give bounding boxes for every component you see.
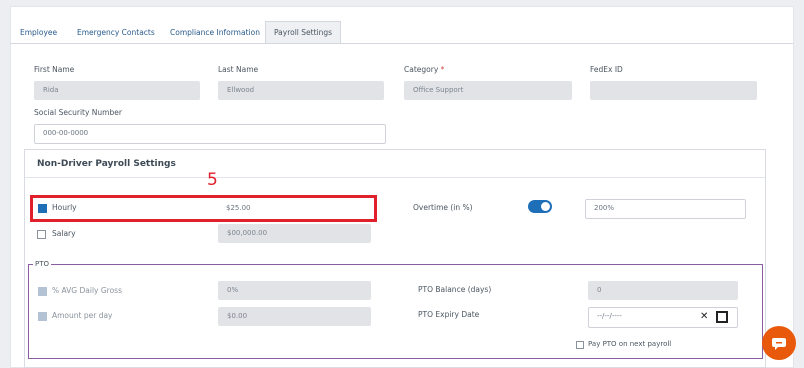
amount-per-day-label: Amount per day [52,311,113,320]
salary-input[interactable]: $00,000.00 [218,224,371,243]
chat-icon [772,338,786,350]
tab-divider [11,43,793,44]
amount-per-day-input[interactable]: $0.00 [218,307,371,326]
tab-payroll-settings[interactable]: Payroll Settings [265,21,342,44]
overtime-label: Overtime (in %) [413,203,473,212]
toggle-knob [541,202,550,211]
avg-daily-gross-label: % AVG Daily Gross [52,286,122,295]
last-name-field[interactable]: Ellwood [218,81,384,100]
pay-pto-label: Pay PTO on next payroll [588,340,672,348]
tab-compliance-information[interactable]: Compliance Information [170,22,260,43]
fedex-id-label: FedEx ID [590,65,623,74]
ssn-label: Social Security Number [34,108,122,117]
pay-pto-checkbox[interactable] [576,341,584,349]
annotation-number: 5 [207,170,218,190]
last-name-label: Last Name [218,65,259,74]
ssn-input[interactable]: 000-00-0000 [34,124,386,144]
tab-employee[interactable]: Employee [20,22,57,43]
first-name-field[interactable]: Rida [34,81,200,100]
salary-label: Salary [52,229,76,238]
first-name-label: First Name [34,65,75,74]
fedex-id-field[interactable] [590,81,757,100]
calendar-icon[interactable] [716,311,728,323]
tab-emergency-contacts[interactable]: Emergency Contacts [77,22,155,43]
hourly-label: Hourly [52,203,77,212]
clear-date-icon[interactable]: ✕ [700,311,708,322]
required-mark: * [440,65,445,74]
panel-divider [25,177,765,178]
pto-balance-input[interactable]: 0 [588,281,738,300]
chat-button[interactable] [762,326,796,360]
hourly-rate-input[interactable]: $25.00 [218,200,368,219]
avg-daily-gross-input[interactable]: 0% [218,281,371,300]
pto-balance-label: PTO Balance (days) [418,285,492,294]
overtime-toggle[interactable] [528,200,552,213]
category-field[interactable]: Office Support [404,81,572,100]
pto-legend: PTO [33,260,52,268]
overtime-input[interactable]: 200% [585,199,746,219]
hourly-checkbox[interactable] [38,204,47,213]
panel-title: Non-Driver Payroll Settings [37,159,176,169]
avg-daily-gross-checkbox[interactable] [38,287,47,296]
category-label: Category * [404,65,445,74]
amount-per-day-checkbox[interactable] [38,312,47,321]
pto-expiry-label: PTO Expiry Date [418,310,480,319]
salary-checkbox[interactable] [37,230,46,239]
